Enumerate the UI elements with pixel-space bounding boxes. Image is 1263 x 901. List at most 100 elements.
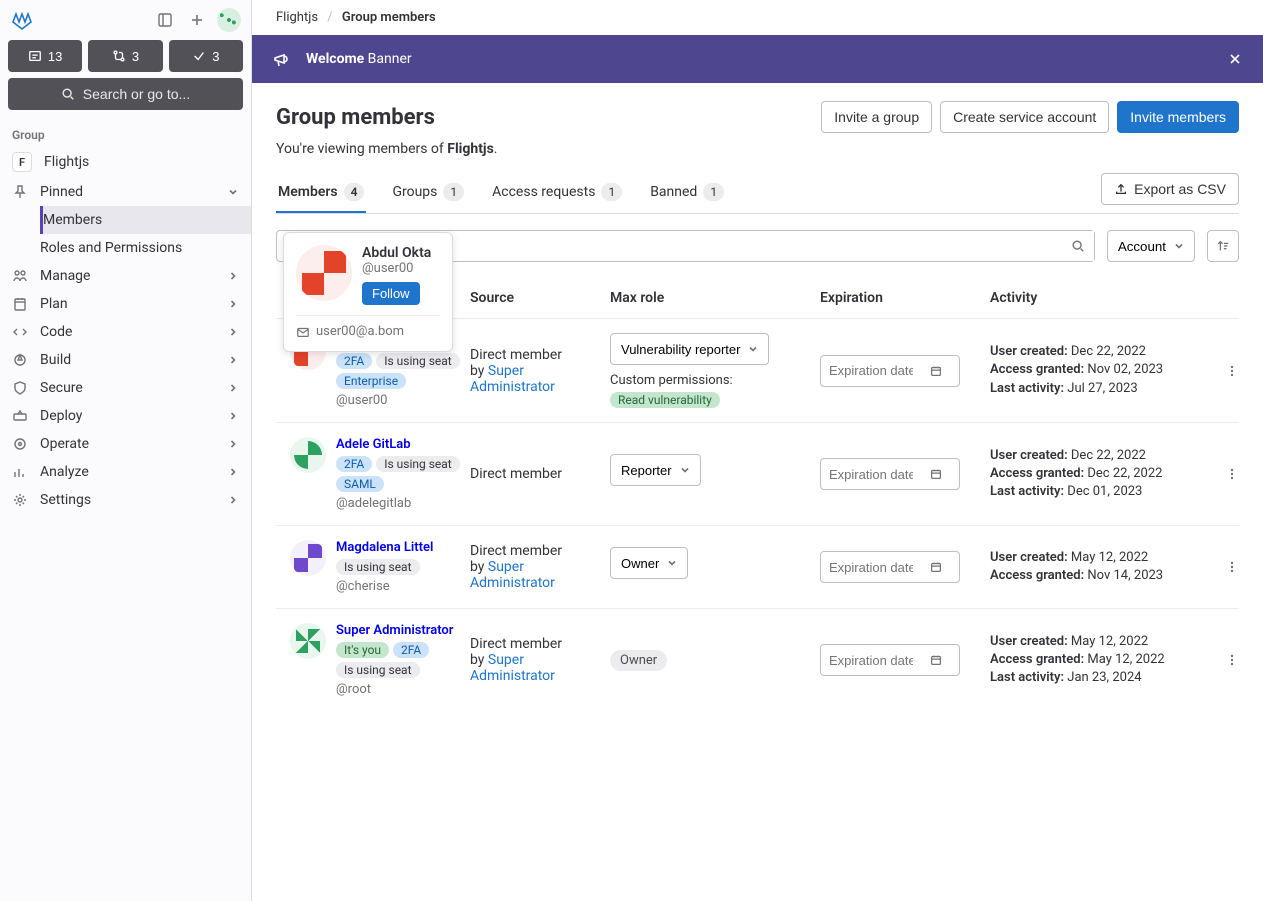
breadcrumb-current: Group members [342,10,436,25]
sidebar-section-label: Group [0,120,251,146]
search-label: Search or go to... [83,86,190,102]
chevron-right-icon [227,298,239,310]
row-menu-button[interactable] [1220,359,1244,383]
collapse-sidebar-icon[interactable] [153,8,177,32]
bullhorn-icon [272,49,292,69]
tab-groups[interactable]: Groups 1 [390,173,466,213]
chevron-right-icon [227,410,239,422]
role-dropdown[interactable]: Owner [610,547,688,579]
sidebar-item-label: Roles and Permissions [40,240,182,256]
sidebar-item-deploy[interactable]: Deploy [0,402,251,430]
activity-cell: User created: Dec 22, 2022Access granted… [990,447,1220,502]
chevron-down-icon [227,186,239,198]
sidebar-item-analyze[interactable]: Analyze [0,458,251,486]
sidebar-pinned[interactable]: Pinned [0,178,251,206]
role-label: Owner [621,556,659,571]
user-popover: Abdul Okta @user00 Follow user00@a.bom [283,232,453,352]
source-cell: Direct member [470,466,610,482]
row-menu-button[interactable] [1220,555,1244,579]
member-chips: 2FAIs using seatEnterprise [336,353,470,389]
gitlab-logo-icon[interactable] [10,8,34,32]
member-avatar[interactable] [290,540,326,576]
expiration-input[interactable] [821,560,921,575]
chip: It's you [336,642,389,658]
plus-icon[interactable] [185,8,209,32]
header-actions: Invite a group Create service account In… [821,101,1239,133]
invite-members-button[interactable]: Invite members [1117,101,1239,133]
sidebar-item-build[interactable]: Build [0,346,251,374]
row-menu-button[interactable] [1220,648,1244,672]
export-csv-button[interactable]: Export as CSV [1101,173,1239,205]
filter-search-button[interactable] [1062,231,1094,261]
close-banner-button[interactable] [1227,51,1243,67]
todo-counter[interactable]: 13 [8,40,82,72]
sort-dropdown[interactable]: Account [1107,230,1195,262]
chip: 2FA [336,456,372,472]
sidebar-item-code[interactable]: Code [0,318,251,346]
member-avatar[interactable] [290,623,326,659]
member-username: @adelegitlab [336,496,470,511]
chip: Is using seat [336,662,420,678]
follow-button[interactable]: Follow [362,282,420,305]
member-name[interactable]: Adele GitLab [336,437,470,452]
calendar-icon[interactable] [921,467,951,481]
expiration-cell [820,355,990,387]
sidebar-item-members[interactable]: Members [40,206,251,234]
sidebar-item-roles[interactable]: Roles and Permissions [40,234,251,262]
sidebar-item-secure[interactable]: Secure [0,374,251,402]
expiration-input[interactable] [821,467,921,482]
invite-group-button[interactable]: Invite a group [821,101,932,133]
search-button[interactable]: Search or go to... [8,78,243,110]
role-dropdown[interactable]: Reporter [610,454,701,486]
sidebar-group-header[interactable]: F Flightjs [0,146,251,178]
chevron-down-icon [667,558,677,568]
chevron-right-icon [227,354,239,366]
sidebar-item-operate[interactable]: Operate [0,430,251,458]
breadcrumb-root[interactable]: Flightjs [276,10,318,25]
popover-email: user00@a.bom [296,315,440,339]
tab-label: Access requests [492,184,595,200]
create-service-account-button[interactable]: Create service account [940,101,1109,133]
role-dropdown[interactable]: Vulnerability reporter [610,333,769,365]
source-cell: Direct memberby Super Administrator [470,347,610,395]
table-row: Magdalena Littel Is using seat @cherise … [276,525,1239,608]
expiration-input[interactable] [821,363,921,378]
calendar-icon[interactable] [921,364,951,378]
group-initial-badge: F [12,152,32,172]
review-counter[interactable]: 3 [169,40,243,72]
member-name[interactable]: Super Administrator [336,623,470,638]
user-avatar[interactable] [217,8,241,32]
tab-banned[interactable]: Banned 1 [648,173,726,213]
source-by-link[interactable]: Super Administrator [470,652,555,684]
mr-counter[interactable]: 3 [88,40,162,72]
chip: SAML [336,476,384,492]
sidebar-item-settings[interactable]: Settings [0,486,251,514]
plan-icon [12,296,28,312]
sidebar-item-manage[interactable]: Manage [0,262,251,290]
sidebar-item-label: Build [40,352,71,368]
calendar-icon[interactable] [921,560,951,574]
kebab-icon [1225,364,1239,378]
row-menu-button[interactable] [1220,462,1244,486]
expiration-input-wrapper [820,551,960,583]
sidebar-counters: 13 3 3 [0,40,251,78]
member-avatar[interactable] [290,437,326,473]
chevron-right-icon [227,326,239,338]
expiration-input[interactable] [821,653,921,668]
member-username: @root [336,682,470,697]
source-by-link[interactable]: Super Administrator [470,363,555,395]
tab-access requests[interactable]: Access requests 1 [490,173,624,213]
sidebar-item-plan[interactable]: Plan [0,290,251,318]
tab-badge: 4 [344,183,365,201]
calendar-icon[interactable] [921,653,951,667]
member-name[interactable]: Magdalena Littel [336,540,433,555]
source-by-link[interactable]: Super Administrator [470,559,555,591]
sort-direction-button[interactable] [1207,230,1239,262]
table-row: Adele GitLab 2FAIs using seatSAML @adele… [276,422,1239,525]
popover-email-text: user00@a.bom [316,324,404,339]
kebab-icon [1225,653,1239,667]
tab-members[interactable]: Members 4 [276,173,366,213]
expiration-cell [820,458,990,490]
custom-perm-label: Custom permissions: [610,373,820,388]
sidebar-item-label: Settings [40,492,91,508]
